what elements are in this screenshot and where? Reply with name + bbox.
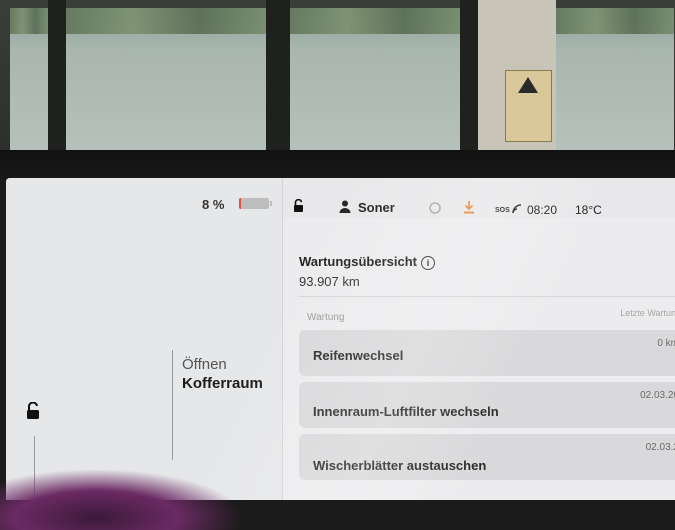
divider-line <box>172 350 173 460</box>
unlock-icon[interactable] <box>26 401 42 425</box>
sos-label[interactable]: SOS <box>495 207 510 214</box>
divider <box>299 296 675 297</box>
trunk-label: Kofferraum <box>182 375 263 392</box>
service-row[interactable]: Reifenwechsel 0 km <box>299 330 675 376</box>
column-header-last-service: Letzte Wartung <box>620 308 675 318</box>
car-touchscreen: 8 % Öffnen Kofferraum Soner SOS 08:20 18… <box>6 178 675 500</box>
service-row-label: Wischerblätter austauschen <box>313 458 487 473</box>
info-icon[interactable]: i <box>420 255 435 270</box>
service-row-label: Reifenwechsel <box>313 348 404 363</box>
homelink-icon[interactable] <box>429 201 441 219</box>
open-label: Öffnen <box>182 356 227 373</box>
odometer: 93.907 km <box>299 274 360 289</box>
service-row-value: 02.03.20 <box>640 390 675 401</box>
service-row-label: Innenraum-Luftfilter wechseln <box>313 404 499 419</box>
window-pane <box>10 8 48 156</box>
user-name[interactable]: Soner <box>358 200 395 215</box>
temperature: 18°C <box>575 203 602 217</box>
page-title: Wartungsübersicht i <box>299 254 435 270</box>
window-pane <box>290 8 460 156</box>
service-panel: Soner SOS 08:20 18°C Wartungsübersicht i… <box>283 178 675 500</box>
download-icon[interactable] <box>463 200 475 219</box>
signal-icon <box>512 201 522 219</box>
warning-sign <box>505 70 552 142</box>
window-pane <box>556 8 674 156</box>
status-bar: Soner SOS 08:20 18°C <box>283 178 675 218</box>
vehicle-panel: 8 % Öffnen Kofferraum <box>6 178 283 500</box>
service-row-value: 02.03.2 <box>645 442 675 453</box>
clock: 08:20 <box>527 203 558 217</box>
battery-percentage: 8 % <box>202 197 225 212</box>
service-row[interactable]: Wischerblätter austauschen 02.03.2 <box>299 434 675 480</box>
battery-icon <box>239 198 272 209</box>
foreground-blur <box>0 470 240 530</box>
window-pane <box>66 8 266 156</box>
user-icon[interactable] <box>339 200 351 218</box>
column-header-service: Wartung <box>307 312 345 323</box>
unlock-status-icon[interactable] <box>293 198 306 218</box>
service-row[interactable]: Innenraum-Luftfilter wechseln 02.03.20 <box>299 382 675 428</box>
page-title-text: Wartungsübersicht <box>299 254 417 269</box>
service-row-value: 0 km <box>657 338 675 349</box>
